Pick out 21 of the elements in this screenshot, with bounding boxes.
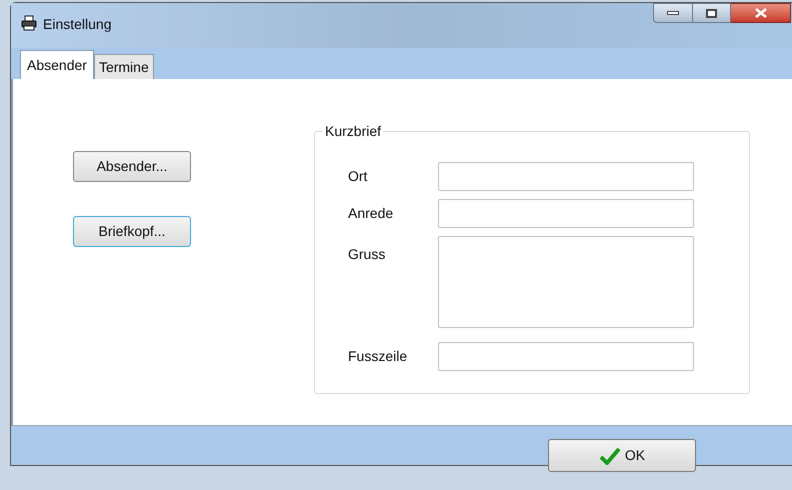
- field-label: Gruss: [348, 245, 386, 264]
- close-icon: [754, 8, 766, 18]
- field-label: Anrede: [348, 204, 394, 223]
- group-title: Kurzbrief: [323, 123, 384, 139]
- field-label: Ort: [348, 167, 368, 186]
- field-label: Fusszeile: [348, 347, 408, 366]
- minimize-button[interactable]: [653, 3, 693, 23]
- text-area[interactable]: [438, 236, 694, 328]
- ok-button[interactable]: OK: [548, 439, 696, 472]
- close-button[interactable]: [731, 3, 791, 23]
- dialog-button[interactable]: Absender...: [73, 151, 191, 182]
- input-field[interactable]: [438, 199, 694, 228]
- maximize-button[interactable]: [693, 3, 731, 23]
- input-field[interactable]: [438, 342, 694, 371]
- tab[interactable]: Termine: [94, 54, 154, 79]
- checkmark-icon: [598, 446, 621, 464]
- window-title: Einstellung: [43, 15, 112, 34]
- printer-icon: [21, 15, 37, 31]
- input-field[interactable]: [438, 162, 694, 191]
- dialog-button[interactable]: Briefkopf...: [73, 216, 191, 247]
- tab[interactable]: Absender: [20, 50, 94, 79]
